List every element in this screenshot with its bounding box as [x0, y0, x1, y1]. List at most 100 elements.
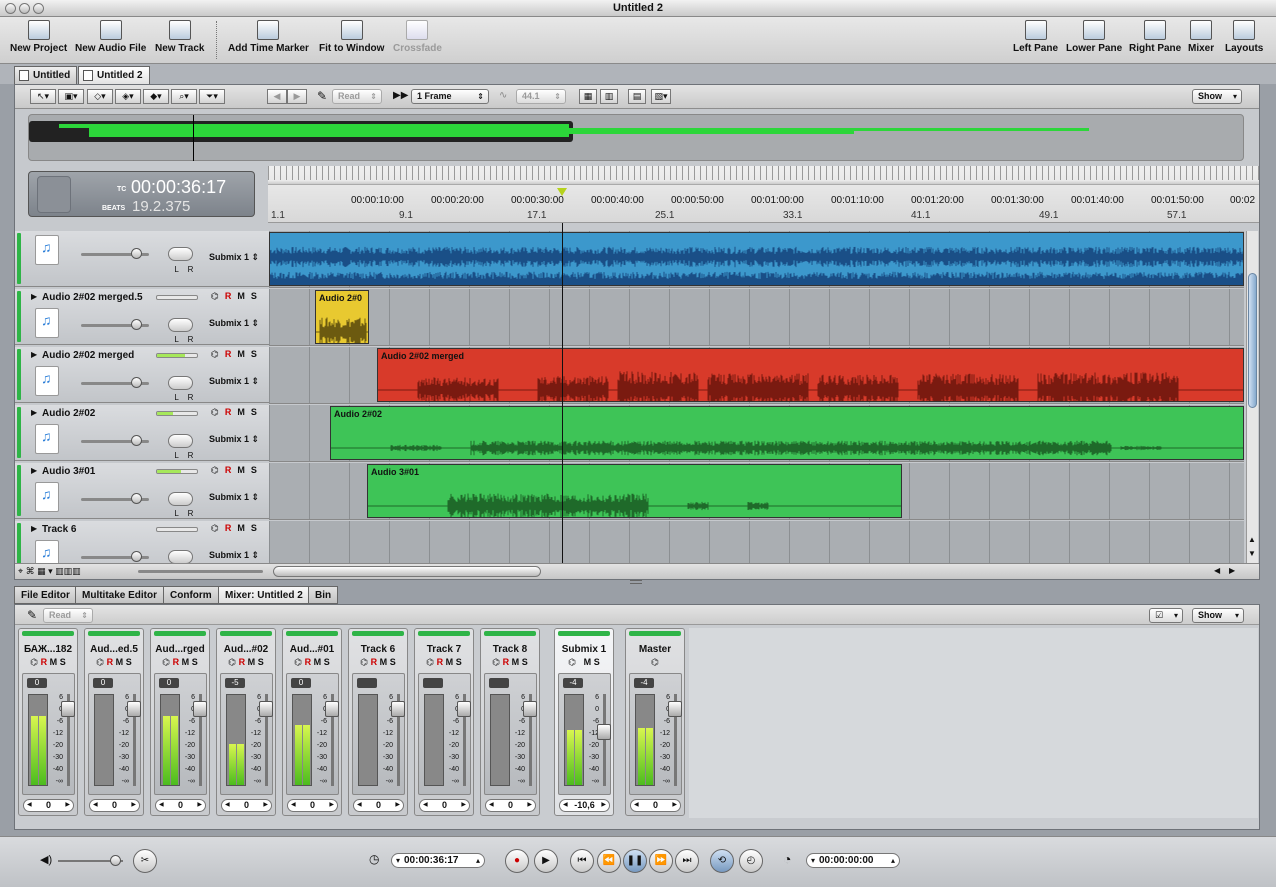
audio-region[interactable]: Audio 3#01 — [367, 464, 902, 518]
mixer-button[interactable]: Mixer — [1188, 20, 1214, 54]
show-popup[interactable]: Show ▾ — [1192, 89, 1242, 104]
record-enable-button[interactable]: R — [41, 657, 48, 667]
volume-fader[interactable] — [61, 694, 75, 786]
volume-knob[interactable] — [131, 551, 142, 562]
back-button[interactable]: ◀ — [267, 89, 287, 104]
track-pan-knob[interactable] — [168, 247, 193, 261]
fast-forward-button[interactable]: ⏩ — [649, 849, 673, 873]
record-enable-button[interactable]: R — [225, 465, 232, 475]
monitor-icon[interactable]: ⌬ — [228, 657, 236, 667]
track-name[interactable]: Audio 2#02 — [42, 408, 95, 419]
zoom-window-button[interactable] — [33, 3, 44, 14]
disclosure-triangle-icon[interactable]: ▶ — [31, 350, 37, 359]
track-volume-slider[interactable] — [81, 377, 149, 388]
crossfade-button[interactable]: Crossfade — [393, 20, 442, 54]
tab-untitled-2[interactable]: Untitled 2 — [78, 66, 150, 84]
track-header[interactable]: ▶ Audio 2#02 ⌬ RMS L R Submix 1 ⇕ — [15, 405, 269, 461]
disclosure-triangle-icon[interactable]: ▶ — [31, 292, 37, 301]
audio-region[interactable]: Audio 2#02 merged — [377, 348, 1244, 402]
audio-region[interactable]: Audio 2#02 — [330, 406, 1244, 460]
track-pan-knob[interactable] — [168, 318, 193, 332]
track-name[interactable]: Track 6 — [42, 524, 76, 535]
fade-tool-button[interactable]: ◈▾ — [115, 89, 141, 104]
record-enable-button[interactable]: R — [437, 657, 444, 667]
strip-name[interactable]: Track 8 — [481, 644, 539, 655]
volume-fader[interactable] — [193, 694, 207, 786]
scroll-right-icon[interactable]: ▶ — [1229, 566, 1235, 575]
horizontal-scroll-thumb[interactable] — [273, 566, 541, 577]
track-output-popup[interactable]: Submix 1 ⇕ — [209, 434, 259, 445]
volume-fader[interactable] — [127, 694, 141, 786]
strip-name[interactable]: Submix 1 — [555, 644, 613, 655]
scroll-up-icon[interactable]: ▲ — [1248, 535, 1256, 544]
peak-indicator[interactable]: 0 — [291, 678, 311, 688]
audio-region[interactable] — [269, 232, 1244, 286]
snap-icon[interactable]: ▶▶ — [393, 90, 408, 101]
record-enable-button[interactable]: R — [239, 657, 246, 667]
solo-button[interactable]: S — [324, 657, 330, 667]
peak-indicator[interactable]: -4 — [563, 678, 583, 688]
automation-icon[interactable]: ✎ — [27, 608, 37, 622]
track-lane[interactable]: Audio 2#02 — [269, 405, 1244, 462]
track-output-popup[interactable]: Submix 1 ⇕ — [209, 376, 259, 387]
go-to-end-button[interactable]: ⏭ — [675, 849, 699, 873]
view-spectrum-button[interactable]: ▥ — [600, 89, 618, 104]
new-track-button[interactable]: New Track — [155, 20, 204, 54]
volume-knob[interactable] — [131, 248, 142, 259]
sample-rate-popup[interactable]: 44.1 ⇕ — [516, 89, 566, 104]
pan-field[interactable]: 0 — [23, 799, 74, 812]
selection-tool-button[interactable]: ↖▾ — [30, 89, 56, 104]
forward-button[interactable]: ▶ — [287, 89, 307, 104]
mute-button[interactable]: M — [248, 657, 256, 667]
monitor-icon[interactable]: ⌬ — [211, 349, 219, 359]
volume-fader[interactable] — [457, 694, 471, 786]
record-enable-button[interactable]: R — [305, 657, 312, 667]
solo-button[interactable]: S — [251, 465, 257, 475]
solo-button[interactable]: S — [258, 657, 264, 667]
mute-button[interactable]: M — [314, 657, 322, 667]
mixer-options-popup[interactable]: ☑ ▾ — [1149, 608, 1183, 623]
monitor-icon[interactable]: ⌬ — [211, 407, 219, 417]
scroll-left-icon[interactable]: ◀ — [1214, 566, 1220, 575]
disclosure-triangle-icon[interactable]: ▶ — [31, 408, 37, 417]
monitor-icon[interactable]: ⌬ — [360, 657, 368, 667]
mute-button[interactable]: M — [116, 657, 124, 667]
zoom-tool-button[interactable]: ⌕▾ — [171, 89, 197, 104]
track-header[interactable]: ▶ Audio 2#02 merged ⌬ RMS L R Submix 1 ⇕ — [15, 347, 269, 403]
volume-fader[interactable] — [668, 694, 682, 786]
rewind-button[interactable]: ⏪ — [597, 849, 621, 873]
solo-button[interactable]: S — [522, 657, 528, 667]
timeline-ruler[interactable]: 00:00:10:00 00:00:20:00 00:00:30:00 00:00:4… — [268, 166, 1259, 223]
close-window-button[interactable] — [5, 3, 16, 14]
tab-untitled[interactable]: Untitled — [14, 66, 78, 84]
scroll-down-icon[interactable]: ▼ — [1248, 549, 1256, 558]
pan-field[interactable]: 0 — [89, 799, 140, 812]
track-pan-knob[interactable] — [168, 492, 193, 506]
solo-button[interactable]: S — [390, 657, 396, 667]
fader-knob[interactable] — [193, 701, 207, 718]
record-enable-button[interactable]: R — [173, 657, 180, 667]
duration-field[interactable]: 00:00:00:00 — [806, 853, 900, 868]
volume-knob[interactable] — [131, 319, 142, 330]
mute-button[interactable]: M — [50, 657, 58, 667]
track-pan-knob[interactable] — [168, 376, 193, 390]
fader-knob[interactable] — [127, 701, 141, 718]
fader-knob[interactable] — [668, 701, 682, 718]
pan-field[interactable]: 0 — [419, 799, 470, 812]
track-header[interactable]: ▶ Audio 2#02 merged.5 ⌬ RMS L R Submix 1 … — [15, 289, 269, 345]
track-name[interactable]: Audio 2#02 merged.5 — [42, 292, 143, 303]
track-volume-slider[interactable] — [81, 248, 149, 259]
monitor-icon[interactable]: ⌬ — [492, 657, 500, 667]
monitor-icon[interactable]: ⌬ — [211, 291, 219, 301]
new-audio-file-button[interactable]: New Audio File — [75, 20, 146, 54]
solo-button[interactable]: S — [456, 657, 462, 667]
mute-button[interactable]: M — [182, 657, 190, 667]
record-enable-button[interactable]: R — [107, 657, 114, 667]
tab-bin[interactable]: Bin — [308, 586, 339, 604]
mute-button[interactable]: M — [237, 523, 245, 533]
track-header[interactable]: ▶ Audio 3#01 ⌬ RMS L R Submix 1 ⇕ — [15, 463, 269, 519]
record-enable-button[interactable]: R — [503, 657, 510, 667]
strip-name[interactable]: Track 7 — [415, 644, 473, 655]
peak-indicator[interactable]: 0 — [93, 678, 113, 688]
right-pane-button[interactable]: Right Pane — [1129, 20, 1181, 54]
